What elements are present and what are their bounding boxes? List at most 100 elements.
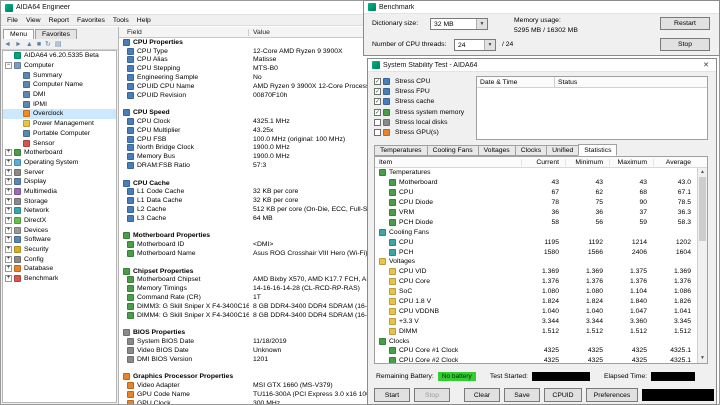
expand-icon[interactable]: + xyxy=(5,246,12,254)
checkbox-icon[interactable]: ✓ xyxy=(374,98,381,106)
checkbox-stress-gpu-s[interactable]: Stress GPU(s) xyxy=(374,127,474,137)
back-icon[interactable]: ◄ xyxy=(4,41,11,48)
stats-item-row[interactable]: CPU Core 1.376 1.376 1.376 1.376 xyxy=(375,277,697,287)
stats-item-row[interactable]: CPU VDDNB 1.040 1.040 1.047 1.041 xyxy=(375,306,697,316)
value-column-header[interactable]: Value xyxy=(249,29,270,36)
stats-section-row[interactable]: Clocks xyxy=(375,336,697,346)
sidebar-item-config[interactable]: + Config xyxy=(3,254,116,264)
checkbox-stress-cache[interactable]: ✓ Stress cache xyxy=(374,97,474,107)
stats-section-row[interactable]: Cooling Fans xyxy=(375,227,697,237)
log-col-datetime[interactable]: Date & Time xyxy=(477,77,555,87)
sidebar-item-dmi[interactable]: DMI xyxy=(3,90,116,100)
expand-icon[interactable]: + xyxy=(5,265,12,273)
stats-col-minimum[interactable]: Minimum xyxy=(565,158,609,166)
log-col-status[interactable]: Status xyxy=(555,77,707,87)
stats-col-maximum[interactable]: Maximum xyxy=(609,158,653,166)
sidebar-item-power-management[interactable]: Power Management xyxy=(3,119,116,129)
refresh-icon[interactable]: ↻ xyxy=(45,41,51,48)
expand-icon[interactable]: + xyxy=(5,217,12,225)
stats-item-row[interactable]: CPU 1195 1192 1214 1202 xyxy=(375,237,697,247)
stability-titlebar[interactable]: System Stability Test - AIDA64 ✕ xyxy=(368,59,716,72)
sidebar-item-summary[interactable]: Summary xyxy=(3,70,116,80)
stats-section-row[interactable]: Temperatures xyxy=(375,168,697,178)
sidebar-item-overclock[interactable]: Overclock xyxy=(3,109,116,119)
stats-item-row[interactable]: CPU 67 62 68 67.1 xyxy=(375,188,697,198)
start-button[interactable]: Start xyxy=(374,388,410,402)
stats-item-row[interactable]: Motherboard 43 43 43 43.0 xyxy=(375,178,697,188)
tab-clocks[interactable]: Clocks xyxy=(514,145,548,156)
expand-icon[interactable]: + xyxy=(5,197,12,205)
sidebar-item-security[interactable]: + Security xyxy=(3,245,116,255)
sidebar-item-portable-computer[interactable]: Portable Computer xyxy=(3,129,116,139)
stats-item-row[interactable]: PCH Diode 58 56 59 58.3 xyxy=(375,217,697,227)
menu-help[interactable]: Help xyxy=(133,17,155,24)
stats-item-row[interactable]: SoC 1.080 1.080 1.104 1.086 xyxy=(375,287,697,297)
menu-tools[interactable]: Tools xyxy=(109,17,133,24)
checkbox-stress-cpu[interactable]: ✓ Stress CPU xyxy=(374,76,474,86)
checkbox-stress-system-memory[interactable]: ✓ Stress system memory xyxy=(374,107,474,117)
sidebar-item-ipmi[interactable]: IPMI xyxy=(3,99,116,109)
menu-view[interactable]: View xyxy=(22,17,45,24)
forward-icon[interactable]: ► xyxy=(15,41,22,48)
sidebar-item-storage[interactable]: + Storage xyxy=(3,196,116,206)
scroll-up-icon[interactable]: ▲ xyxy=(698,168,707,177)
stop-icon[interactable]: ■ xyxy=(37,41,41,48)
sidebar-item-multimedia[interactable]: + Multimedia xyxy=(3,187,116,197)
tab-statistics[interactable]: Statistics xyxy=(578,144,618,156)
scroll-down-icon[interactable]: ▼ xyxy=(698,354,707,363)
sidebar-item-database[interactable]: + Database xyxy=(3,264,116,274)
checkbox-stress-local-disks[interactable]: Stress local disks xyxy=(374,117,474,127)
field-column-header[interactable]: Field xyxy=(119,28,249,36)
stats-item-row[interactable]: CPU Core #1 Clock 4325 4325 4325 4325.1 xyxy=(375,346,697,356)
expand-icon[interactable]: + xyxy=(5,275,12,283)
menu-report[interactable]: Report xyxy=(45,17,73,24)
dictionary-size-select[interactable]: 32 MB ▼ xyxy=(430,18,488,30)
save-button[interactable]: Save xyxy=(504,388,540,402)
cpu-threads-select[interactable]: 24 ▼ xyxy=(454,39,496,51)
sidebar-item-operating-system[interactable]: + Operating System xyxy=(3,158,116,168)
sidebar-item-aida64-v6-20-5335-beta[interactable]: AIDA64 v6.20.5335 Beta xyxy=(3,51,116,61)
expand-icon[interactable]: + xyxy=(5,236,12,244)
checkbox-icon[interactable]: ✓ xyxy=(374,108,381,116)
sidebar-item-display[interactable]: + Display xyxy=(3,177,116,187)
sidebar-item-devices[interactable]: + Devices xyxy=(3,225,116,235)
sidebar-item-server[interactable]: + Server xyxy=(3,167,116,177)
expand-icon[interactable]: + xyxy=(5,168,12,176)
restart-button[interactable]: Restart xyxy=(660,17,710,30)
sidebar-item-sensor[interactable]: Sensor xyxy=(3,138,116,148)
stats-item-row[interactable]: CPU Core #2 Clock 4325 4325 4325 4325.1 xyxy=(375,356,697,363)
sidebar-item-motherboard[interactable]: + Motherboard xyxy=(3,148,116,158)
clear-button[interactable]: Clear xyxy=(464,388,500,402)
stats-item-row[interactable]: DIMM 1.512 1.512 1.512 1.512 xyxy=(375,326,697,336)
stats-item-row[interactable]: PCH 1580 1566 2406 1604 xyxy=(375,247,697,257)
scroll-thumb[interactable] xyxy=(699,177,706,241)
tab-menu[interactable]: Menu xyxy=(3,29,35,39)
tab-voltages[interactable]: Voltages xyxy=(477,145,516,156)
checkbox-stress-fpu[interactable]: ✓ Stress FPU xyxy=(374,86,474,96)
sidebar-item-computer-name[interactable]: Computer Name xyxy=(3,80,116,90)
checkbox-icon[interactable] xyxy=(374,118,381,126)
menu-favorites[interactable]: Favorites xyxy=(73,17,109,24)
sidebar-item-software[interactable]: + Software xyxy=(3,235,116,245)
collapse-icon[interactable]: − xyxy=(5,62,12,70)
expand-icon[interactable]: + xyxy=(5,187,12,195)
checkbox-icon[interactable]: ✓ xyxy=(374,77,381,85)
menu-file[interactable]: File xyxy=(3,17,22,24)
checkbox-icon[interactable] xyxy=(374,129,381,137)
tab-temperatures[interactable]: Temperatures xyxy=(374,145,428,156)
sidebar-item-directx[interactable]: + DirectX xyxy=(3,216,116,226)
stats-col-item[interactable]: Item xyxy=(375,159,521,166)
chevron-down-icon[interactable]: ▼ xyxy=(476,19,487,29)
tab-cooling-fans[interactable]: Cooling Fans xyxy=(426,145,479,156)
sidebar-item-computer[interactable]: − Computer xyxy=(3,61,116,71)
stats-item-row[interactable]: CPU Diode 78 75 90 78.5 xyxy=(375,198,697,208)
expand-icon[interactable]: + xyxy=(5,207,12,215)
checkbox-icon[interactable]: ✓ xyxy=(374,87,381,95)
stats-item-row[interactable]: CPU VID 1.369 1.369 1.375 1.369 xyxy=(375,267,697,277)
stats-item-row[interactable]: +3.3 V 3.344 3.344 3.360 3.345 xyxy=(375,316,697,326)
stats-col-average[interactable]: Average xyxy=(653,158,697,166)
preferences-button[interactable]: Preferences xyxy=(586,388,638,402)
sidebar-item-network[interactable]: + Network xyxy=(3,206,116,216)
tab-favorites[interactable]: Favorites xyxy=(35,29,77,39)
cpuid-button[interactable]: CPUID xyxy=(544,388,582,402)
